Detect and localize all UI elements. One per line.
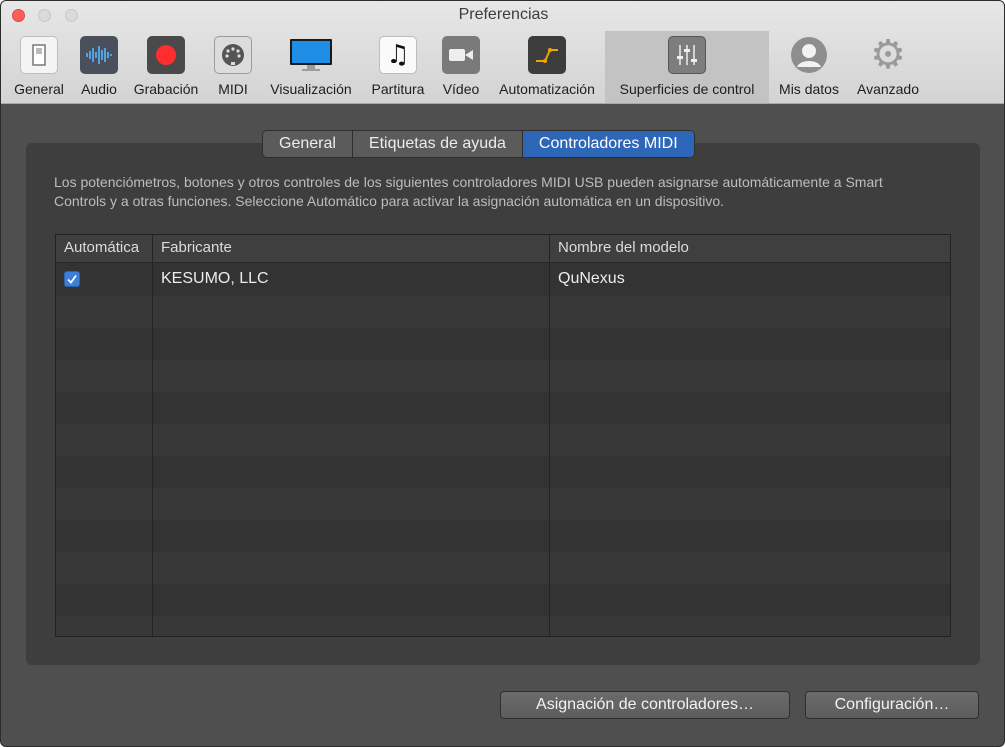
table-row [56,296,950,328]
toolbar-label: Mis datos [779,81,839,97]
toolbar-item-display[interactable]: Visualización [263,31,359,103]
table-row [56,552,950,584]
toolbar-label: Visualización [270,81,352,97]
toolbar-item-midi[interactable]: MIDI [205,31,261,103]
record-icon [147,36,185,74]
column-header-model[interactable]: Nombre del modelo [549,235,950,263]
toolbar-label: Superficies de control [619,81,755,97]
toolbar-item-control-surfaces[interactable]: Superficies de control [605,31,769,103]
column-header-automatic[interactable]: Automática [56,235,152,263]
toolbar-item-video[interactable]: Vídeo [435,31,487,103]
toolbar-label: Grabación [133,81,199,97]
automatic-checkbox[interactable] [64,271,80,287]
toolbar-label: MIDI [218,81,248,97]
checkmark-icon [67,274,77,284]
controller-assignments-button[interactable]: Asignación de controladores… [500,691,790,719]
display-icon [288,36,334,74]
general-icon [20,36,58,74]
table-row [56,488,950,520]
cell-model: QuNexus [558,270,625,287]
table-body [56,264,950,636]
toolbar-label: Audio [81,81,117,97]
tab-help-tags[interactable]: Etiquetas de ayuda [353,131,523,157]
controllers-table: Automática Fabricante Nombre del modelo … [55,234,951,637]
user-icon [790,36,828,74]
table-header: Automática Fabricante Nombre del modelo [56,235,950,263]
table-row [56,392,950,424]
midi-connector-icon [214,36,252,74]
table-row [56,424,950,456]
tab-midi-controllers[interactable]: Controladores MIDI [522,131,694,157]
tab-general[interactable]: General [263,131,353,157]
toolbar-item-advanced[interactable]: ⚙ Avanzado [851,31,925,103]
toolbar-label: Vídeo [442,81,480,97]
table-row [56,360,950,392]
video-camera-icon [442,36,480,74]
toolbar-item-recording[interactable]: Grabación [129,31,203,103]
toolbar-label: Automatización [499,81,595,97]
table-row [56,584,950,616]
audio-waveform-icon [80,36,118,74]
toolbar-label: General [14,81,64,97]
toolbar-item-score[interactable]: ♫ Partitura [363,31,433,103]
toolbar-label: Avanzado [856,81,919,97]
table-row [56,328,950,360]
description-text: Los potenciómetros, botones y otros cont… [54,174,883,209]
column-divider [152,235,153,636]
preferences-window: Preferencias General Audio Grabación MID… [0,0,1005,747]
table-row [56,616,950,636]
music-note-icon: ♫ [379,36,417,74]
toolbar-item-automation[interactable]: Automatización [491,31,603,103]
title-bar: Preferencias General Audio Grabación MID… [1,1,1004,104]
column-header-manufacturer[interactable]: Fabricante [152,235,549,263]
faders-icon [668,36,706,74]
automation-icon [528,36,566,74]
table-row [56,520,950,552]
toolbar-label: Partitura [371,81,425,97]
table-row [56,456,950,488]
tab-bar: General Etiquetas de ayuda Controladores… [262,130,695,158]
gear-icon: ⚙ [870,32,906,78]
toolbar-item-my-info[interactable]: Mis datos [773,31,845,103]
toolbar-item-audio[interactable]: Audio [71,31,127,103]
column-divider [549,235,550,636]
configuration-button[interactable]: Configuración… [805,691,979,719]
window-title: Preferencias [458,6,549,23]
toolbar-item-general[interactable]: General [9,31,69,103]
cell-manufacturer: KESUMO, LLC [161,270,269,287]
